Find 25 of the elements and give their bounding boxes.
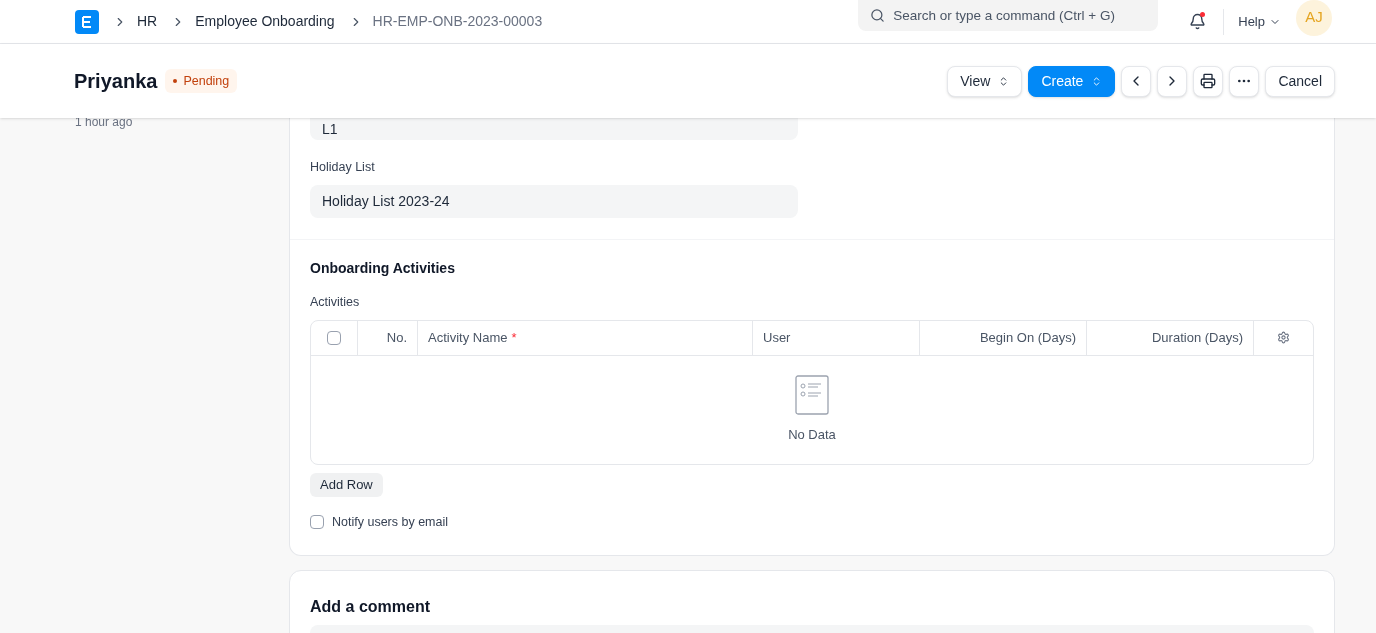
input-field[interactable]: Holiday List 2023-24 <box>310 184 798 218</box>
search-field[interactable]: Search or type a command (Ctrl + G) <box>858 0 1159 31</box>
breadcrumb-link[interactable]: HR-EMP-ONB-2023-00003 <box>372 11 543 32</box>
column-header: Activity Name <box>428 328 508 347</box>
status-badge: Pending <box>165 69 238 93</box>
empty-state-text: No Data <box>788 425 836 444</box>
page-title: Priyanka <box>74 69 158 94</box>
column-header: User <box>763 328 791 347</box>
breadcrumb-link[interactable]: Employee Onboarding <box>195 11 335 32</box>
table-label: Activities <box>310 293 361 311</box>
add-row-button[interactable]: Add Row <box>310 472 383 497</box>
comment-title: Add a comment <box>310 597 431 618</box>
help-menu[interactable]: Help <box>1238 11 1281 32</box>
create-button[interactable]: Create <box>1028 65 1116 97</box>
column-header: No. <box>386 328 407 347</box>
breadcrumb-link[interactable]: HR <box>137 11 158 32</box>
column-header: Begin On (Days) <box>979 328 1076 347</box>
field-label: Holiday List <box>310 159 376 176</box>
input-field[interactable]: L1 <box>310 118 798 140</box>
checkbox-label: Notify users by email <box>332 513 448 531</box>
section-title: Onboarding Activities <box>310 258 456 278</box>
view-button[interactable]: View <box>947 65 1023 97</box>
required-mark: * <box>511 328 517 347</box>
column-header: Duration (Days) <box>1151 328 1243 347</box>
cancel-button[interactable]: Cancel <box>1265 65 1335 97</box>
